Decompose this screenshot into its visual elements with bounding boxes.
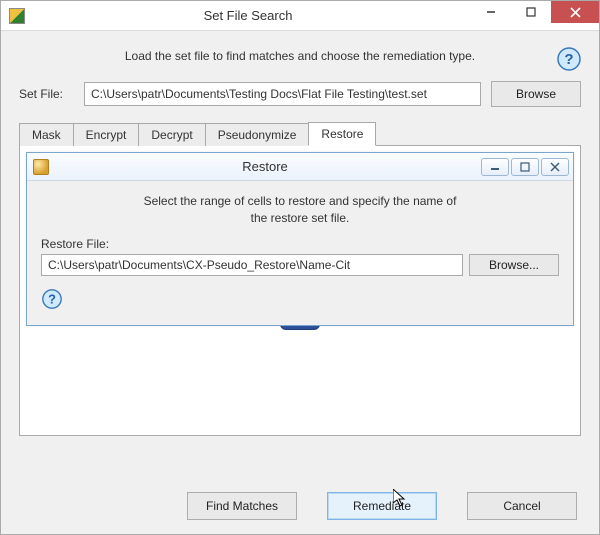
restore-body: Select the range of cells to restore and… xyxy=(27,181,573,325)
restore-file-row: Browse... xyxy=(41,254,559,276)
restore-panel-icon xyxy=(33,159,49,175)
close-button[interactable] xyxy=(551,1,599,23)
svg-text:?: ? xyxy=(564,51,573,68)
tab-mask[interactable]: Mask xyxy=(19,123,74,146)
restore-panel: Restore Select xyxy=(26,152,574,326)
svg-text:?: ? xyxy=(48,291,56,306)
tab-encrypt[interactable]: Encrypt xyxy=(73,123,140,146)
restore-file-input[interactable] xyxy=(41,254,463,276)
restore-file-label: Restore File: xyxy=(41,237,559,251)
footer: Find Matches Remediate Cancel xyxy=(1,478,599,534)
restore-maximize-button[interactable] xyxy=(511,158,539,176)
restore-help-icon[interactable]: ? xyxy=(41,288,559,313)
remediate-button[interactable]: Remediate xyxy=(327,492,437,520)
app-icon xyxy=(9,8,25,24)
tab-body: Restore Select xyxy=(19,146,581,436)
restore-description: Select the range of cells to restore and… xyxy=(41,193,559,227)
tab-restore[interactable]: Restore xyxy=(308,122,376,146)
restore-browse-button[interactable]: Browse... xyxy=(469,254,559,276)
intro-text: Load the set file to find matches and ch… xyxy=(125,49,475,63)
restore-titlebar: Restore xyxy=(27,153,573,181)
cancel-button[interactable]: Cancel xyxy=(467,492,577,520)
content-area: Load the set file to find matches and ch… xyxy=(1,31,599,478)
restore-desc-line1: Select the range of cells to restore and… xyxy=(144,194,457,208)
help-icon[interactable]: ? xyxy=(557,47,581,71)
tab-pseudonymize[interactable]: Pseudonymize xyxy=(205,123,310,146)
titlebar: Set File Search xyxy=(1,1,599,31)
minimize-button[interactable] xyxy=(471,1,511,23)
find-matches-button[interactable]: Find Matches xyxy=(187,492,297,520)
main-window: Set File Search Load the set file to fin… xyxy=(0,0,600,535)
restore-title: Restore xyxy=(49,159,481,174)
tab-decrypt[interactable]: Decrypt xyxy=(138,123,205,146)
setfile-input[interactable] xyxy=(84,82,481,106)
window-controls xyxy=(471,1,599,30)
window-title: Set File Search xyxy=(25,8,471,23)
restore-desc-line2: the restore set file. xyxy=(251,211,350,225)
restore-window-controls xyxy=(481,158,569,176)
tabstrip: Mask Encrypt Decrypt Pseudonymize Restor… xyxy=(19,121,581,146)
setfile-row: Set File: Browse xyxy=(19,81,581,107)
restore-minimize-button[interactable] xyxy=(481,158,509,176)
browse-button[interactable]: Browse xyxy=(491,81,581,107)
restore-close-button[interactable] xyxy=(541,158,569,176)
setfile-label: Set File: xyxy=(19,87,74,101)
maximize-button[interactable] xyxy=(511,1,551,23)
intro-row: Load the set file to find matches and ch… xyxy=(19,49,581,63)
